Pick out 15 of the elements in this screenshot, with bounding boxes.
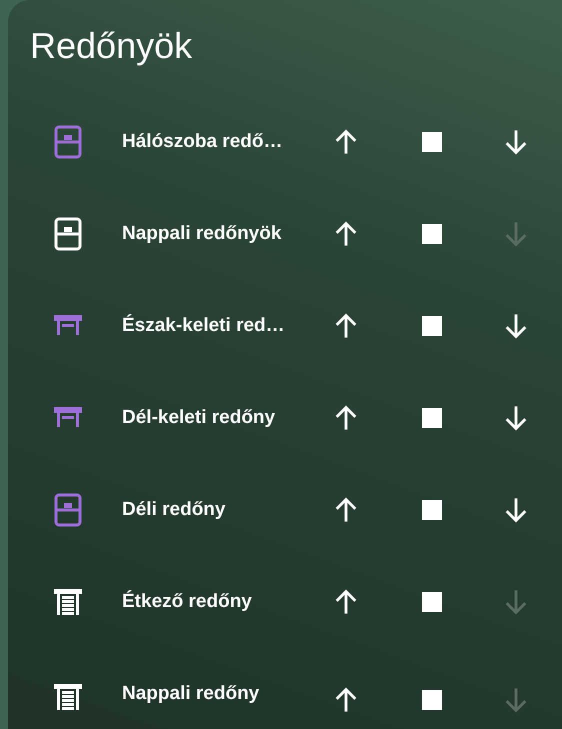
stop-icon	[422, 500, 442, 520]
cover-name[interactable]: Nappali redőnyök	[122, 220, 312, 248]
stop-icon	[422, 132, 442, 152]
stop-icon	[422, 592, 442, 612]
stop-icon	[422, 690, 442, 710]
stop-icon	[422, 224, 442, 244]
stop-icon	[422, 408, 442, 428]
cover-name[interactable]: Dél-keleti redőny	[122, 404, 312, 432]
cover-name[interactable]: Déli redőny	[122, 496, 312, 524]
cover-name[interactable]: Észak-keleti red…	[122, 312, 312, 340]
card-title: Redőnyök	[30, 24, 194, 68]
cover-name[interactable]: Nappali redőny	[122, 680, 312, 709]
stop-icon	[422, 316, 442, 336]
cover-name[interactable]: Hálószoba redő…	[122, 128, 312, 156]
cover-name[interactable]: Étkező redőny	[122, 588, 312, 616]
